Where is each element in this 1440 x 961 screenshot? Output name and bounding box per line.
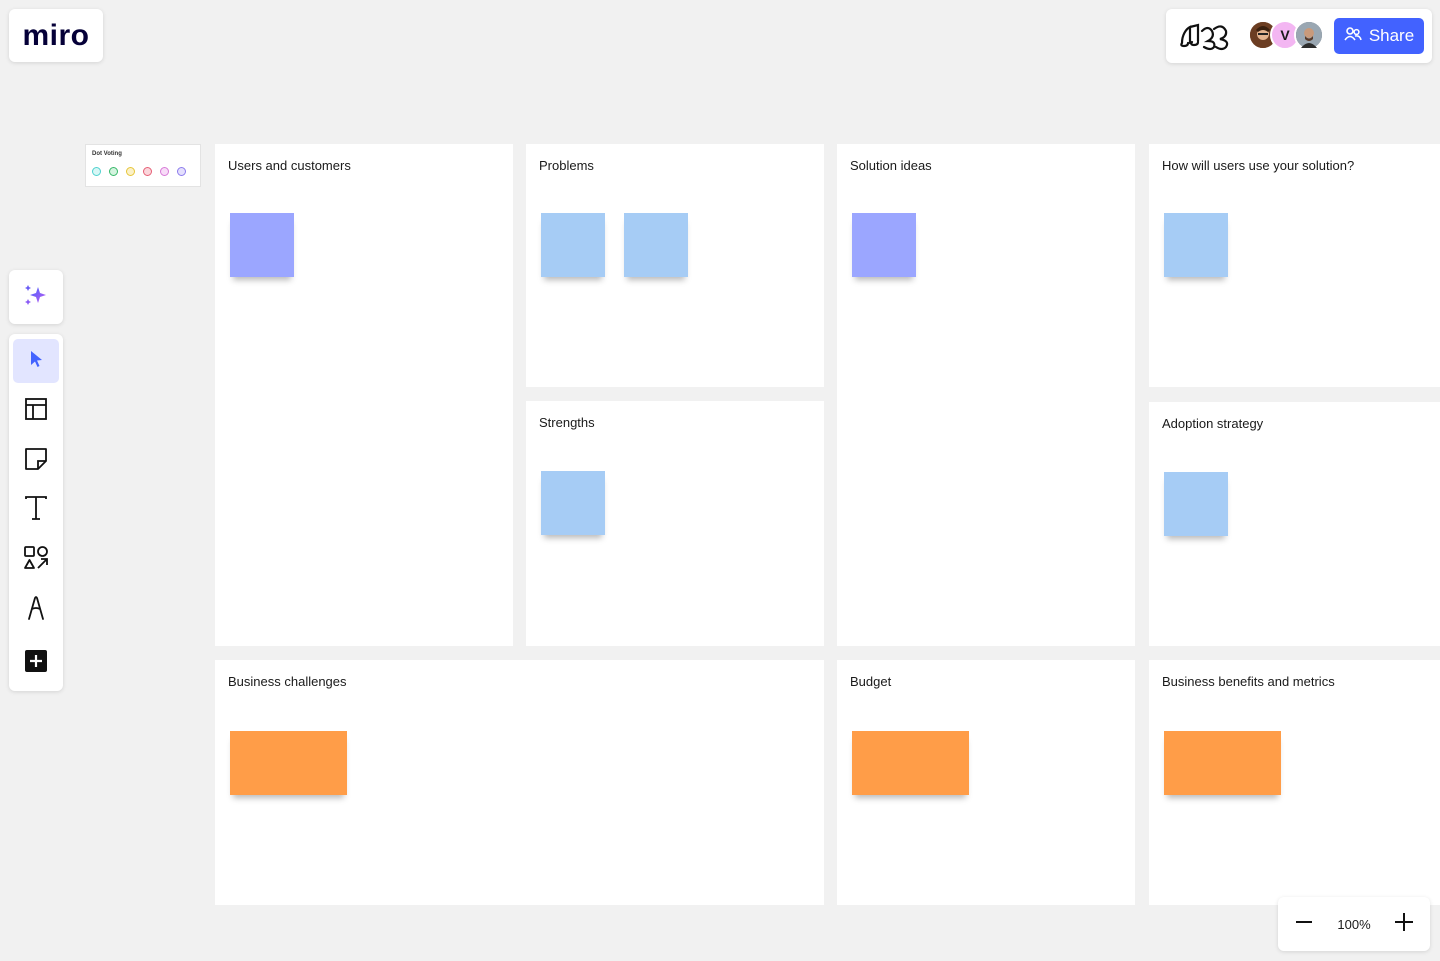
frame-strengths[interactable]: Strengths [526,401,824,646]
more-apps-tool[interactable] [13,641,59,685]
sticky-note[interactable] [230,731,347,795]
vote-dot[interactable] [177,167,186,176]
text-icon [24,495,48,526]
collaborator-avatars[interactable]: V [1248,20,1328,52]
avatar[interactable] [1294,20,1324,50]
plus-square-icon [24,649,48,678]
miro-logo[interactable]: miro [9,9,103,62]
people-icon [1344,26,1362,47]
share-button[interactable]: Share [1334,18,1424,54]
left-toolbar [9,334,63,691]
frame-business-challenges[interactable]: Business challenges [215,660,824,905]
frame-adoption-strategy[interactable]: Adoption strategy [1149,402,1440,646]
sticky-note-tool[interactable] [13,439,59,483]
sticky-note[interactable] [624,213,688,277]
plus-icon [1394,912,1414,937]
select-tool[interactable] [13,339,59,383]
frame-problems[interactable]: Problems [526,144,824,387]
zoom-control: 100% [1278,897,1430,951]
zoom-out-button[interactable] [1292,912,1316,936]
shapes-icon [23,545,49,576]
minus-icon [1295,913,1313,936]
sticky-note[interactable] [541,213,605,277]
frame-title: Business benefits and metrics [1162,674,1335,689]
sticky-note[interactable] [852,731,969,795]
frame-business-benefits-and-metrics[interactable]: Business benefits and metrics [1149,660,1440,905]
vote-dot[interactable] [109,167,118,176]
board-sketch-icon[interactable] [1178,16,1238,56]
frame-solution-ideas[interactable]: Solution ideas [837,144,1135,646]
cursor-icon [25,348,47,375]
frame-budget[interactable]: Budget [837,660,1135,905]
pen-tool[interactable] [13,588,59,632]
sticky-note[interactable] [541,471,605,535]
sticky-note[interactable] [1164,472,1228,536]
zoom-in-button[interactable] [1392,912,1416,936]
frame-title: Business challenges [228,674,347,689]
pen-icon [25,595,47,626]
sticky-note[interactable] [1164,213,1228,277]
ai-assistant-button[interactable] [9,270,63,324]
vote-dot[interactable] [126,167,135,176]
share-label: Share [1368,26,1415,45]
frame-title: Users and customers [228,158,351,173]
frame-title: Strengths [539,415,595,430]
avatar-initial: V [1280,27,1290,43]
frame-how-will-users-use-solution[interactable]: How will users use your solution? [1149,144,1440,387]
text-tool[interactable] [13,488,59,532]
frame-title: Adoption strategy [1162,416,1264,431]
sticky-note[interactable] [230,213,294,277]
sticky-note[interactable] [1164,731,1281,795]
templates-tool[interactable] [13,389,59,433]
dot-voting-dots [92,167,186,176]
vote-dot[interactable] [160,167,169,176]
dot-voting-widget[interactable]: Dot Voting [85,144,201,187]
vote-dot[interactable] [143,167,152,176]
shapes-tool[interactable] [13,538,59,582]
frame-users-and-customers[interactable]: Users and customers [215,144,513,646]
layout-icon [24,397,48,426]
dot-voting-title: Dot Voting [92,151,122,157]
zoom-level[interactable]: 100% [1337,917,1370,932]
sticky-note[interactable] [852,213,916,277]
frame-title: Problems [539,158,594,173]
ai-sparkle-icon [23,282,49,313]
frame-title: Budget [850,674,892,689]
frame-title: Solution ideas [850,158,932,173]
logo-text: miro [22,18,90,52]
top-right-bar: V Share [1166,9,1432,63]
vote-dot[interactable] [92,167,101,176]
frame-title: How will users use your solution? [1162,158,1355,173]
sticky-note-icon [24,447,48,476]
